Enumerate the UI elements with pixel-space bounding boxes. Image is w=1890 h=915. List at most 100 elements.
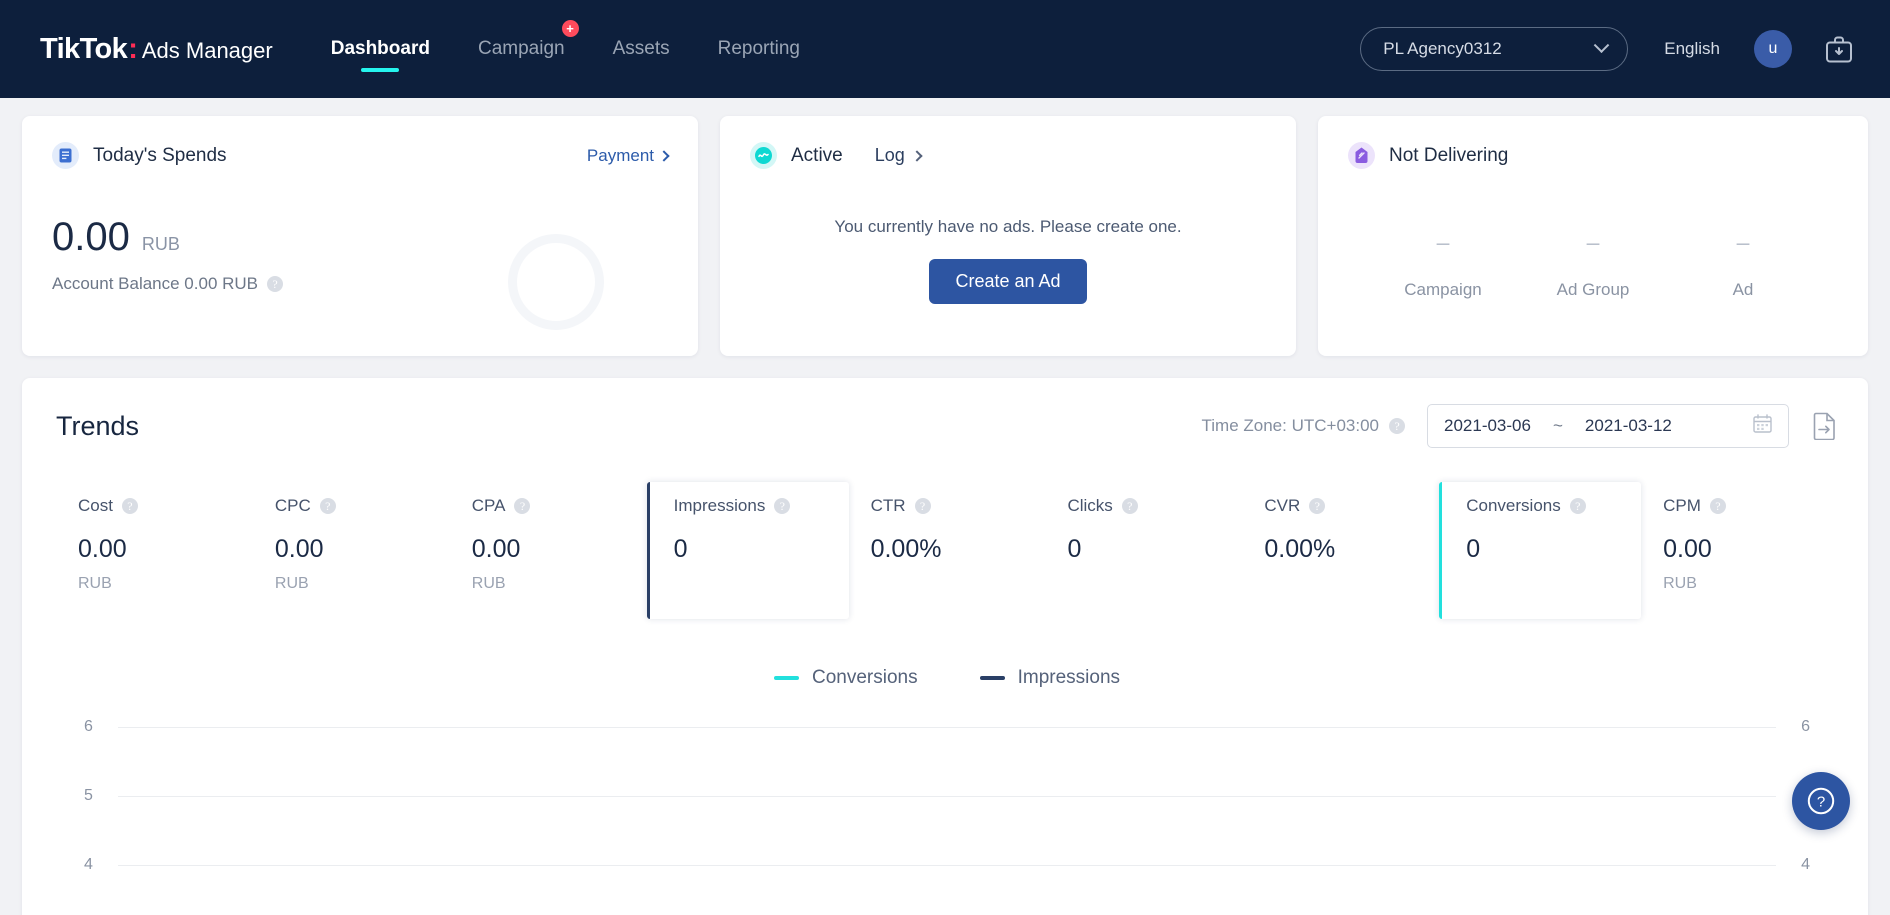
brand-subtitle: Ads Manager <box>141 37 273 63</box>
date-range-separator: ~ <box>1552 416 1563 435</box>
header-actions: PL Agency0312 English u <box>1360 27 1854 71</box>
help-tooltip-icon[interactable]: ? <box>1709 498 1726 514</box>
stat-ad-label: Ad <box>1732 280 1754 299</box>
active-card-header: Active Log <box>750 142 1266 169</box>
nav-label-assets: Assets <box>612 38 670 59</box>
brand-logo[interactable]: TikTok : Ads Manager <box>40 33 273 66</box>
nav-label-dashboard: Dashboard <box>330 38 430 59</box>
metric-cpc-label: CPC <box>274 496 311 515</box>
metric-clicks-value: 0 <box>1067 535 1082 563</box>
metric-cvr-value: 0.00% <box>1264 535 1336 563</box>
activity-pulse-icon <box>750 142 777 169</box>
metric-ctr-label: CTR <box>870 496 906 515</box>
help-tooltip-icon[interactable]: ? <box>1121 498 1138 514</box>
legend-item-conversions[interactable]: Conversions <box>773 667 918 689</box>
active-empty-state: You currently have no ads. Please create… <box>750 217 1266 304</box>
svg-text:?: ? <box>1817 793 1825 810</box>
brand-colon-icon: : <box>128 32 138 65</box>
metric-cpa-unit: RUB <box>471 575 506 592</box>
trends-toolbar: Time Zone: UTC+03:00 ? 2021-03-06 ~ 2021… <box>1202 404 1838 448</box>
summary-cards-row: Today's Spends Payment 0.00 RUB Account B… <box>0 98 1890 356</box>
metric-cvr[interactable]: CVR? 0.00% <box>1242 482 1439 619</box>
date-range-picker[interactable]: 2021-03-06 ~ 2021-03-12 <box>1427 404 1789 448</box>
payment-link-label: Payment <box>586 145 654 165</box>
help-tooltip-icon[interactable]: ? <box>1389 418 1405 434</box>
nav-item-reporting[interactable]: Reporting <box>718 0 800 98</box>
metric-cost-unit: RUB <box>78 575 112 592</box>
account-selector-value: PL Agency0312 <box>1383 39 1502 58</box>
date-range-start: 2021-03-06 <box>1444 416 1531 435</box>
metric-ctr-value: 0.00% <box>870 535 942 563</box>
nav-item-dashboard[interactable]: Dashboard <box>331 0 430 98</box>
nav-item-campaign[interactable]: Campaign + <box>477 0 579 98</box>
account-selector[interactable]: PL Agency0312 <box>1360 27 1629 71</box>
gridline <box>118 865 1776 866</box>
metric-impressions-label: Impressions <box>673 496 766 515</box>
metric-clicks[interactable]: Clicks? 0 <box>1045 482 1242 619</box>
help-tooltip-icon[interactable]: ? <box>514 498 531 514</box>
metric-cpm-unit: RUB <box>1663 575 1697 592</box>
legend-swatch-conversions <box>773 676 799 680</box>
y-axis-right-tick: 6 <box>1801 718 1810 735</box>
date-range-end: 2021-03-12 <box>1584 416 1672 435</box>
y-axis-left-tick: 5 <box>84 787 93 804</box>
metric-cpc-unit: RUB <box>274 575 309 592</box>
log-link-label: Log <box>874 145 905 165</box>
timezone-label: Time Zone: UTC+03:00 <box>1201 416 1379 435</box>
plus-badge-icon: + <box>561 20 579 37</box>
nav-label-campaign: Campaign <box>477 38 565 59</box>
metric-impressions[interactable]: Impressions? 0 <box>646 482 849 619</box>
card-active-ads: Active Log You currently have no ads. Pl… <box>720 116 1296 356</box>
empty-state-message: You currently have no ads. Please create… <box>834 217 1182 236</box>
payment-link[interactable]: Payment <box>586 145 670 166</box>
legend-item-impressions[interactable]: Impressions <box>979 667 1120 689</box>
help-tooltip-icon[interactable]: ? <box>319 498 336 514</box>
help-floating-button[interactable]: ? <box>1792 772 1850 830</box>
metric-cpa[interactable]: CPA? 0.00 RUB <box>450 482 647 619</box>
question-circle-icon: ? <box>1807 787 1835 815</box>
create-ad-button[interactable]: Create an Ad <box>929 259 1087 304</box>
nav-item-assets[interactable]: Assets <box>613 0 670 98</box>
stat-ad-group-label: Ad Group <box>1556 280 1630 299</box>
wallet-icon <box>52 142 79 169</box>
metric-cpa-label: CPA <box>471 496 506 515</box>
trends-panel: Trends Time Zone: UTC+03:00 ? 2021-03-06… <box>22 378 1868 915</box>
avatar[interactable]: u <box>1754 30 1792 68</box>
stat-campaign: – Campaign <box>1368 231 1518 300</box>
metric-cvr-label: CVR <box>1264 496 1301 515</box>
help-tooltip-icon[interactable]: ? <box>267 276 284 292</box>
stat-campaign-value: – <box>1436 229 1450 255</box>
gridline <box>118 796 1776 797</box>
help-tooltip-icon[interactable]: ? <box>774 498 791 514</box>
not-delivering-stats: – Campaign – Ad Group – Ad <box>1348 231 1838 300</box>
card-not-delivering: Not Delivering – Campaign – Ad Group – A… <box>1318 116 1868 356</box>
help-tooltip-icon[interactable]: ? <box>1309 498 1326 514</box>
help-tooltip-icon[interactable]: ? <box>914 498 931 514</box>
language-selector[interactable]: English <box>1664 39 1720 59</box>
metric-cpm[interactable]: CPM? 0.00 RUB <box>1641 482 1838 619</box>
not-delivering-title: Not Delivering <box>1389 144 1509 166</box>
brand-tiktok-text: TikTok <box>40 32 128 65</box>
chevron-right-icon <box>658 149 670 162</box>
stat-ad-group: – Ad Group <box>1518 231 1668 300</box>
metric-ctr[interactable]: CTR? 0.00% <box>849 482 1046 619</box>
active-status-label: Active <box>791 144 843 166</box>
metric-cost[interactable]: Cost? 0.00 RUB <box>56 482 253 619</box>
toolbox-icon[interactable] <box>1824 34 1854 65</box>
metric-cpc[interactable]: CPC? 0.00 RUB <box>253 482 450 619</box>
card-todays-spends: Today's Spends Payment 0.00 RUB Account B… <box>22 116 698 356</box>
spends-progress-ring <box>508 234 604 330</box>
chart-legend: Conversions Impressions <box>56 667 1838 689</box>
log-link[interactable]: Log <box>874 145 923 166</box>
help-tooltip-icon[interactable]: ? <box>121 498 138 514</box>
megaphone-off-icon <box>1348 142 1375 169</box>
export-report-icon[interactable] <box>1813 412 1838 440</box>
help-tooltip-icon[interactable]: ? <box>1569 498 1586 514</box>
metric-conversions[interactable]: Conversions? 0 <box>1439 482 1641 619</box>
stat-ad-value: – <box>1736 229 1750 255</box>
y-axis-right-tick: 4 <box>1801 856 1810 873</box>
timezone-info: Time Zone: UTC+03:00 ? <box>1202 416 1405 436</box>
metric-conversions-label: Conversions <box>1466 496 1561 515</box>
spends-currency: RUB <box>141 234 180 254</box>
trends-header: Trends Time Zone: UTC+03:00 ? 2021-03-06… <box>56 404 1838 448</box>
